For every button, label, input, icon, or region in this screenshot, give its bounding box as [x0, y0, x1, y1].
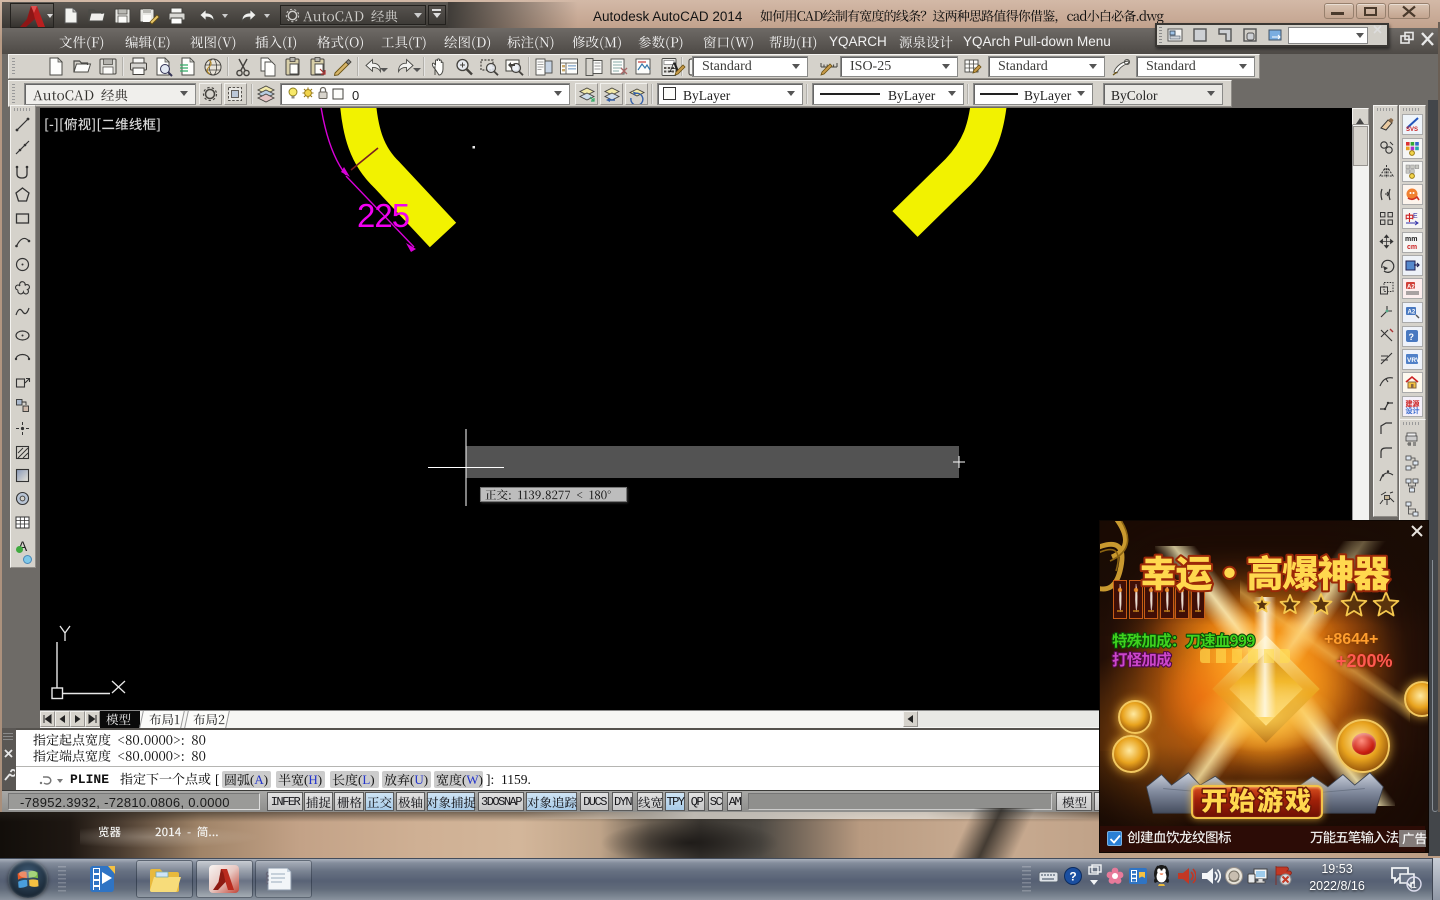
svg-text:mm: mm: [1405, 236, 1417, 243]
svg-text:VRV: VRV: [1407, 357, 1421, 364]
svg-text:A2: A2: [1407, 285, 1415, 291]
svg-text:SVS: SVS: [1406, 127, 1418, 133]
svg-text:?: ?: [1409, 332, 1415, 342]
svg-text:?: ?: [1069, 870, 1076, 884]
svg-text:设计: 设计: [1406, 406, 1420, 415]
svg-text:1: 1: [1411, 880, 1417, 891]
svg-text:E: E: [1413, 213, 1418, 220]
svg-text:A2: A2: [1408, 310, 1416, 316]
svg-text:建源: 建源: [1406, 399, 1420, 408]
svg-text:cm: cm: [1407, 244, 1417, 251]
